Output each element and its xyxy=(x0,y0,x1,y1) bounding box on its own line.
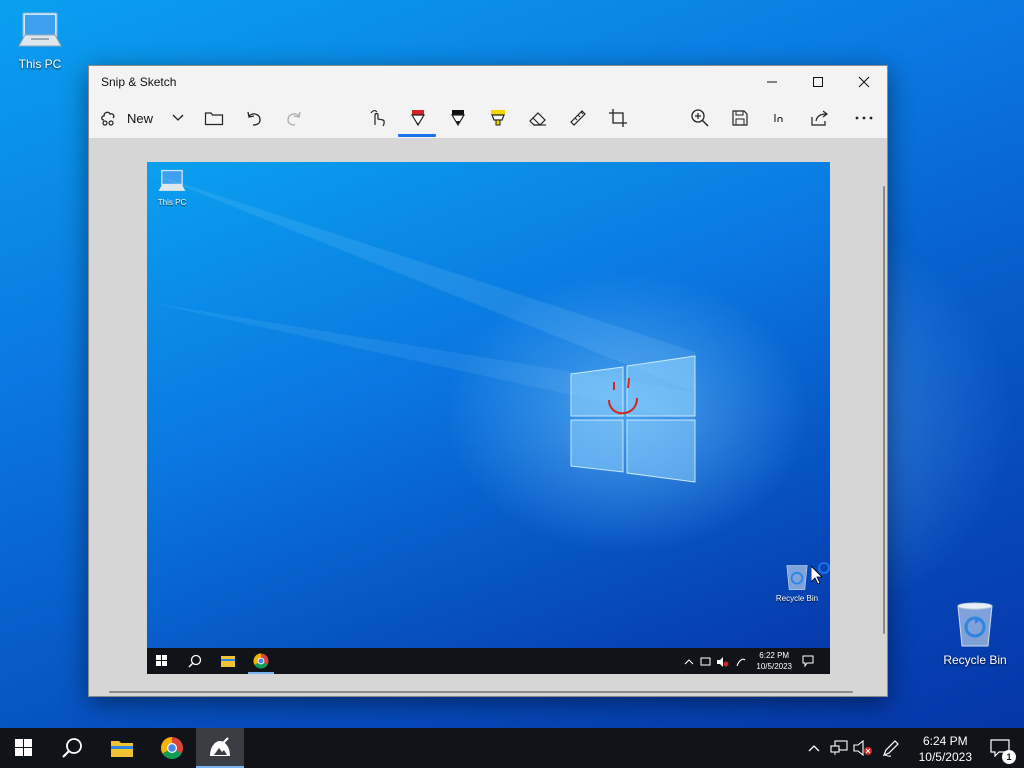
snip-taskbar: 6:22 PM 10/5/2023 xyxy=(147,648,830,674)
snip-icon-label: Recycle Bin xyxy=(775,594,819,603)
this-pc-icon xyxy=(18,12,62,47)
search-icon xyxy=(188,654,202,668)
windows-start-icon xyxy=(156,655,167,666)
new-snip-button[interactable]: New xyxy=(99,103,157,133)
file-explorer-icon xyxy=(221,656,235,667)
network-button[interactable] xyxy=(828,728,850,768)
snip-tray-date: 10/5/2023 xyxy=(756,662,792,671)
ballpoint-pen-icon xyxy=(410,110,426,127)
save-button[interactable] xyxy=(727,103,753,133)
snip-and-sketch-icon xyxy=(210,737,230,756)
snip-tray-time: 6:22 PM xyxy=(759,651,790,660)
pen-workspace-button[interactable] xyxy=(878,728,904,768)
taskbar: 6:24 PM 10/5/2023 1 xyxy=(0,728,1024,768)
recycle-bin-icon xyxy=(786,565,808,590)
vertical-scrollbar[interactable] xyxy=(883,186,885,634)
image-crop-button[interactable] xyxy=(605,103,631,133)
minimize-button[interactable] xyxy=(749,66,795,98)
file-explorer-button[interactable] xyxy=(98,728,146,768)
zoom-button[interactable] xyxy=(687,103,713,133)
desktop-icon-this-pc[interactable]: This PC xyxy=(0,10,80,71)
canvas-area[interactable]: This PC Recycle Bin 6:22 PM 10/5/2023 xyxy=(89,138,887,696)
copy-icon xyxy=(774,114,783,122)
snip-active-indicator xyxy=(248,672,274,674)
notification-icon xyxy=(802,655,814,667)
clock-time: 6:24 PM xyxy=(922,734,968,748)
network-icon xyxy=(830,740,848,755)
chrome-icon xyxy=(253,653,269,669)
chrome-button[interactable] xyxy=(148,728,196,768)
open-file-button[interactable] xyxy=(201,103,227,133)
title-bar[interactable]: Snip & Sketch xyxy=(89,66,887,98)
share-button[interactable] xyxy=(807,103,833,133)
snip-and-sketch-window: Snip & Sketch New This PC Recycle Bin 6:… xyxy=(88,65,888,697)
new-snip-icon xyxy=(101,111,115,126)
redo-button[interactable] xyxy=(281,103,307,133)
save-icon xyxy=(732,110,748,126)
eraser-button[interactable] xyxy=(525,103,551,133)
volume-button[interactable] xyxy=(852,728,874,768)
touch-writing-icon xyxy=(370,110,385,127)
highlighter-icon xyxy=(491,110,505,126)
action-center-button[interactable]: 1 xyxy=(976,728,1024,768)
window-controls xyxy=(749,66,887,98)
pen-workspace-icon xyxy=(882,740,899,757)
recycle-bin-icon xyxy=(957,602,993,647)
undo-icon xyxy=(247,111,261,126)
notification-count-badge: 1 xyxy=(1002,750,1016,764)
chevron-up-icon xyxy=(808,745,820,752)
clock-date: 10/5/2023 xyxy=(918,750,972,764)
horizontal-scrollbar[interactable] xyxy=(109,691,853,693)
snip-tray-icons xyxy=(684,657,746,667)
redo-icon xyxy=(287,111,301,126)
new-button-label: New xyxy=(127,110,154,126)
chrome-icon xyxy=(161,737,183,759)
touch-writing-button[interactable] xyxy=(365,103,391,133)
start-button[interactable] xyxy=(0,728,48,768)
chevron-down-icon xyxy=(172,114,184,121)
highlighter-button[interactable] xyxy=(485,103,511,133)
toolbar: New xyxy=(89,98,887,138)
ruler-icon xyxy=(570,110,586,126)
pencil-icon xyxy=(450,110,466,127)
show-hidden-icons-button[interactable] xyxy=(804,728,824,768)
folder-icon xyxy=(204,112,224,126)
share-icon xyxy=(811,110,828,126)
windows-logo-light xyxy=(147,172,696,483)
desktop-icon-label: This PC xyxy=(18,57,62,71)
close-button[interactable] xyxy=(841,66,887,98)
undo-button[interactable] xyxy=(241,103,267,133)
search-button[interactable] xyxy=(48,728,96,768)
desktop-icon-label: Recycle Bin xyxy=(943,653,1007,667)
new-snip-dropdown[interactable] xyxy=(167,103,189,133)
zoom-in-icon xyxy=(691,109,709,127)
more-icon xyxy=(855,116,873,120)
busy-cursor-icon xyxy=(811,562,830,585)
close-icon xyxy=(858,76,870,88)
crop-icon xyxy=(609,109,627,127)
ballpoint-pen-button[interactable] xyxy=(405,103,431,133)
active-tool-indicator xyxy=(398,134,436,137)
maximize-icon xyxy=(813,77,823,87)
desktop-icon-recycle-bin[interactable]: Recycle Bin xyxy=(935,600,1015,667)
window-title: Snip & Sketch xyxy=(101,75,177,89)
taskbar-clock[interactable]: 6:24 PM 10/5/2023 xyxy=(919,733,972,765)
search-icon xyxy=(62,738,82,758)
snip-and-sketch-taskbar-button[interactable] xyxy=(196,728,244,768)
snip-tray-clock: 6:22 PM 10/5/2023 xyxy=(756,650,792,672)
file-explorer-icon xyxy=(111,741,133,757)
captured-screenshot[interactable]: This PC Recycle Bin 6:22 PM 10/5/2023 xyxy=(147,162,830,674)
pencil-button[interactable] xyxy=(445,103,471,133)
volume-muted-icon xyxy=(853,740,872,756)
maximize-button[interactable] xyxy=(795,66,841,98)
minimize-icon xyxy=(767,81,777,83)
copy-button[interactable] xyxy=(767,103,793,133)
ruler-button[interactable] xyxy=(565,103,591,133)
windows-start-icon xyxy=(15,739,32,756)
see-more-button[interactable] xyxy=(851,103,877,133)
eraser-icon xyxy=(529,112,546,126)
